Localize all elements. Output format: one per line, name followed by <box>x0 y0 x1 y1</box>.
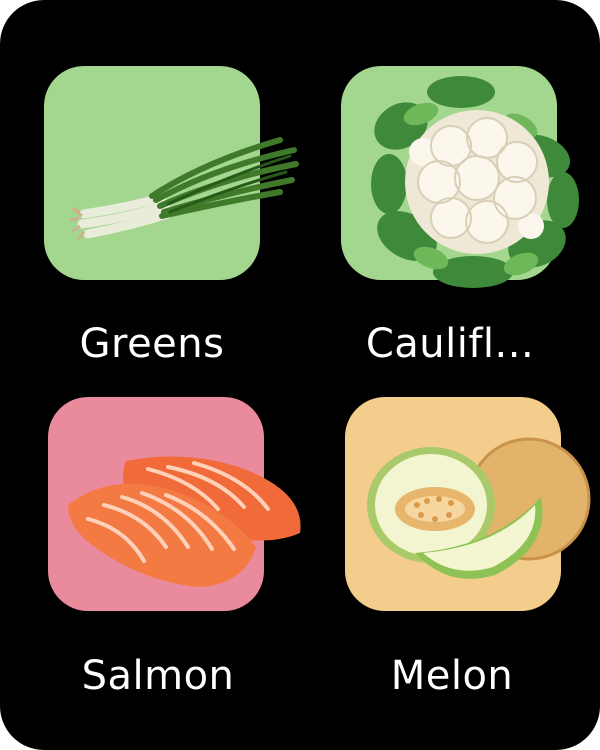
app-label-melon: Melon <box>390 653 514 699</box>
tile-cauliflower[interactable] <box>341 66 579 288</box>
tile-salmon[interactable] <box>48 397 301 611</box>
cauliflower-icon <box>371 76 579 288</box>
app-grid-screen: Greens Caulifl... Salmon Melon <box>0 0 600 750</box>
green-onion-icon <box>69 137 299 241</box>
app-label-cauliflower: Caulifl... <box>365 321 535 367</box>
app-label-greens: Greens <box>79 321 225 367</box>
melon-icon <box>367 437 591 579</box>
tile-melon[interactable] <box>345 397 591 611</box>
app-label-salmon: Salmon <box>81 653 235 699</box>
tile-greens[interactable] <box>44 66 299 280</box>
salmon-icon <box>68 456 301 587</box>
